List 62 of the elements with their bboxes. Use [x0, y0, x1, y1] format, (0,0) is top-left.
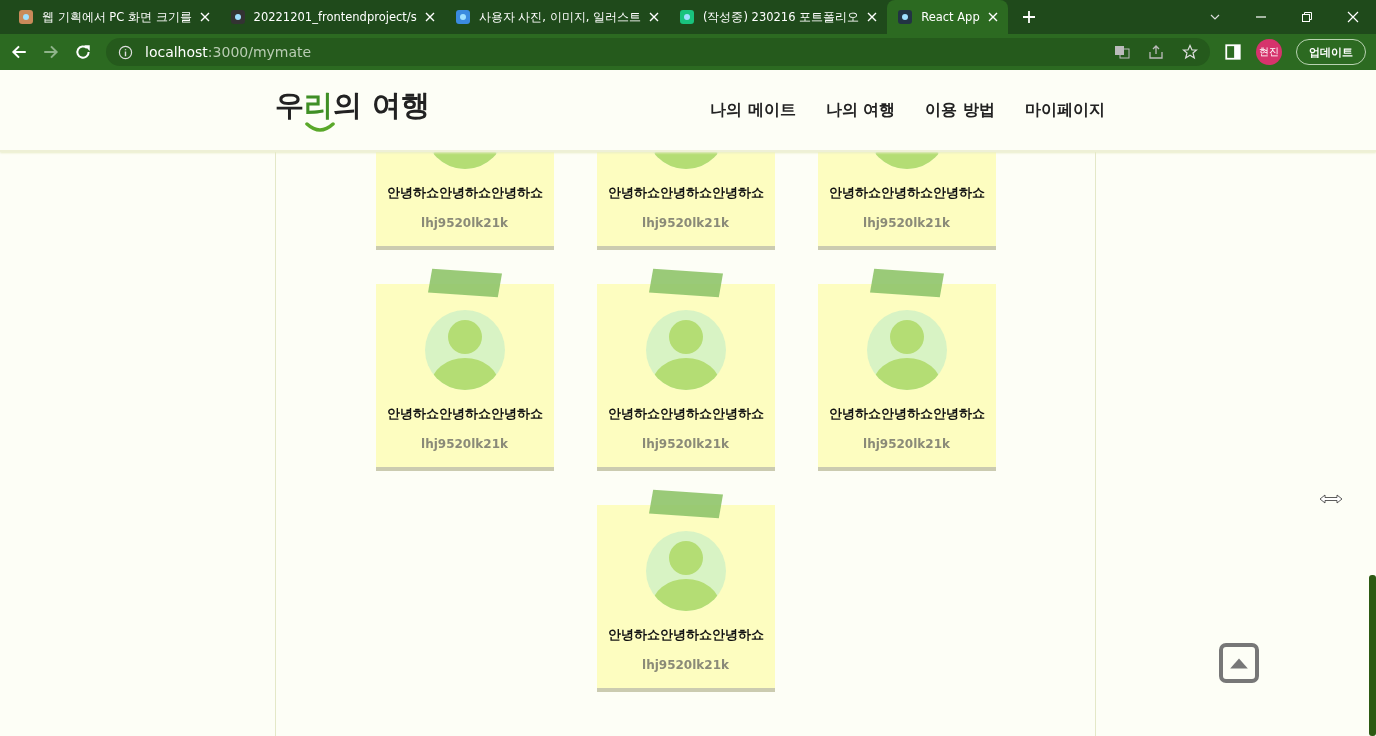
user-avatar-icon [645, 531, 726, 611]
mate-name: 안녕하쇼안녕하쇼안녕하쇼 [828, 406, 985, 423]
reload-icon[interactable] [74, 43, 92, 61]
close-icon[interactable] [199, 12, 210, 22]
mate-name: 안녕하쇼안녕하쇼안녕하쇼 [607, 185, 764, 202]
close-icon[interactable] [867, 12, 878, 22]
star-icon[interactable] [1182, 44, 1198, 60]
scrollbar-thumb[interactable] [1369, 575, 1376, 736]
favicon-icon [897, 9, 914, 25]
favicon-icon [18, 9, 34, 25]
url-text: localhost:3000/mymate [145, 44, 312, 60]
mate-name: 안녕하쇼안녕하쇼안녕하쇼 [828, 185, 985, 202]
browser-tab[interactable]: 사용자 사진, 이미지, 일러스트 [444, 0, 669, 34]
user-avatar-icon [645, 310, 726, 390]
browser-tab[interactable]: React App [887, 0, 1008, 34]
share-icon[interactable] [1148, 44, 1164, 60]
close-icon[interactable] [648, 12, 659, 22]
nav-link[interactable]: 이용 방법 [925, 99, 995, 121]
side-panel-icon[interactable] [1224, 43, 1242, 61]
favicon-icon [678, 9, 695, 25]
smile-icon [305, 122, 335, 132]
restore-icon[interactable] [1301, 11, 1313, 23]
mate-id: lhj9520lk21k [642, 216, 729, 230]
resize-cursor-icon [1319, 494, 1343, 504]
profile-avatar[interactable]: 현진 [1256, 39, 1282, 65]
info-icon[interactable] [118, 44, 133, 60]
user-avatar-icon [424, 310, 505, 390]
mate-name: 안녕하쇼안녕하쇼안녕하쇼 [607, 406, 764, 423]
back-icon[interactable] [10, 43, 28, 61]
mate-id: lhj9520lk21k [421, 216, 508, 230]
close-icon[interactable] [424, 12, 435, 22]
tab-title: 사용자 사진, 이미지, 일러스트 [478, 9, 641, 25]
address-bar[interactable]: localhost:3000/mymate [106, 38, 1210, 66]
close-icon[interactable] [987, 12, 998, 22]
mate-id: lhj9520lk21k [863, 216, 950, 230]
tab-title: 웹 기획에서 PC 화면 크기를 [42, 9, 192, 25]
tab-title: (작성중) 230216 포트폴리오 [702, 9, 860, 25]
close-icon[interactable] [1347, 11, 1359, 23]
favicon-icon [229, 9, 246, 25]
new-tab-icon[interactable] [1021, 10, 1036, 24]
browser-tab[interactable]: 웹 기획에서 PC 화면 크기를 [8, 0, 220, 34]
translate-icon[interactable] [1114, 44, 1130, 60]
scroll-top-button[interactable] [1219, 643, 1259, 683]
mate-id: lhj9520lk21k [863, 437, 950, 451]
favicon-icon [454, 9, 471, 25]
mate-id: lhj9520lk21k [642, 658, 729, 672]
browser-tab[interactable]: 20221201_frontendproject/s [219, 0, 445, 34]
nav-link[interactable]: 나의 메이트 [710, 99, 796, 121]
mate-id: lhj9520lk21k [642, 437, 729, 451]
mate-name: 안녕하쇼안녕하쇼안녕하쇼 [386, 185, 543, 202]
mate-name: 안녕하쇼안녕하쇼안녕하쇼 [607, 627, 764, 644]
mate-id: lhj9520lk21k [421, 437, 508, 451]
tab-title: 20221201_frontendproject/s [253, 10, 417, 24]
browser-tab[interactable]: (작성중) 230216 포트폴리오 [668, 0, 888, 34]
nav-link[interactable]: 마이페이지 [1025, 99, 1105, 121]
user-avatar-icon [866, 310, 947, 390]
site-logo[interactable]: 우리의 여행 [275, 86, 431, 126]
nav-link[interactable]: 나의 여행 [825, 99, 896, 121]
triangle-up-icon [1228, 656, 1250, 670]
forward-icon[interactable] [42, 43, 60, 61]
mate-name: 안녕하쇼안녕하쇼안녕하쇼 [386, 406, 543, 423]
tab-title: React App [921, 10, 980, 24]
